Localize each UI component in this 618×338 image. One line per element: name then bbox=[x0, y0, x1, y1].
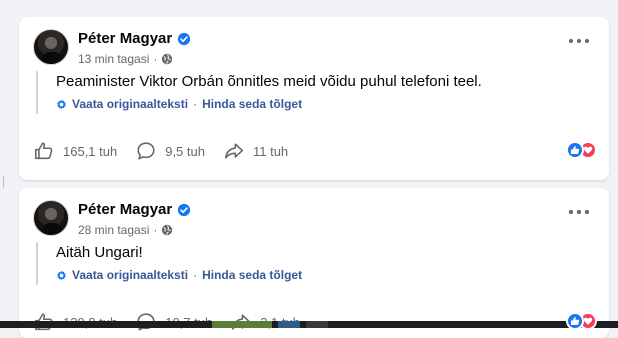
like-reaction-icon bbox=[566, 312, 584, 330]
post-card: Péter Magyar 13 min tagasi · Peaminister… bbox=[19, 17, 609, 180]
share-button[interactable]: 11 tuh bbox=[223, 140, 288, 162]
author-name[interactable]: Péter Magyar bbox=[78, 201, 172, 218]
author-name-row: Péter Magyar bbox=[78, 30, 191, 47]
author-name[interactable]: Péter Magyar bbox=[78, 30, 172, 47]
verified-badge-icon bbox=[178, 32, 191, 45]
post-card: Péter Magyar 28 min tagasi · Aitäh Ungar… bbox=[19, 188, 609, 338]
post-actions: 165,1 tuh 9,5 tuh 11 tuh bbox=[33, 139, 597, 163]
taskbar bbox=[0, 321, 618, 328]
globe-icon bbox=[162, 224, 173, 236]
like-reaction-icon bbox=[566, 141, 584, 159]
rate-translation-link[interactable]: Hinda seda tõlget bbox=[202, 268, 302, 282]
translate-gear-icon bbox=[57, 270, 66, 280]
page-left-edge bbox=[0, 0, 5, 328]
translation-links: Vaata originaalteksti · Hinda seda tõlge… bbox=[56, 268, 302, 282]
link-separator: · bbox=[193, 268, 198, 282]
meta-separator: · bbox=[153, 52, 158, 66]
post-meta: 13 min tagasi · bbox=[78, 52, 173, 66]
comment-icon bbox=[137, 142, 155, 160]
globe-icon bbox=[162, 53, 173, 65]
more-options-icon[interactable] bbox=[569, 35, 589, 47]
link-separator: · bbox=[193, 97, 198, 111]
reaction-summary[interactable] bbox=[566, 141, 597, 159]
translate-gear-icon bbox=[57, 99, 66, 109]
like-icon bbox=[34, 142, 53, 160]
comment-button[interactable]: 9,5 tuh bbox=[135, 140, 205, 162]
author-name-row: Péter Magyar bbox=[78, 201, 191, 218]
see-original-link[interactable]: Vaata originaalteksti bbox=[72, 268, 188, 282]
verified-badge-icon bbox=[178, 203, 191, 216]
comment-count: 9,5 tuh bbox=[165, 143, 205, 159]
share-count: 11 tuh bbox=[252, 143, 289, 159]
see-original-link[interactable]: Vaata originaalteksti bbox=[72, 97, 188, 111]
share-icon bbox=[224, 143, 244, 159]
quote-bar bbox=[36, 242, 38, 285]
edge-marker bbox=[3, 182, 4, 188]
author-avatar[interactable] bbox=[33, 200, 69, 236]
meta-separator: · bbox=[153, 223, 158, 237]
taskbar-item[interactable] bbox=[306, 321, 328, 328]
post-timestamp[interactable]: 13 min tagasi bbox=[78, 52, 149, 66]
more-options-icon[interactable] bbox=[569, 206, 589, 218]
taskbar-item[interactable] bbox=[278, 321, 300, 328]
rate-translation-link[interactable]: Hinda seda tõlget bbox=[202, 97, 302, 111]
post-timestamp[interactable]: 28 min tagasi bbox=[78, 223, 149, 237]
like-button[interactable]: 165,1 tuh bbox=[33, 140, 117, 162]
reaction-summary[interactable] bbox=[566, 312, 597, 330]
taskbar-item[interactable] bbox=[212, 321, 272, 328]
post-text: Aitäh Ungari! bbox=[56, 244, 143, 261]
translation-links: Vaata originaalteksti · Hinda seda tõlge… bbox=[56, 97, 302, 111]
quote-bar bbox=[36, 71, 38, 114]
post-meta: 28 min tagasi · bbox=[78, 223, 173, 237]
author-avatar[interactable] bbox=[33, 29, 69, 65]
like-count: 165,1 tuh bbox=[63, 143, 118, 159]
post-text: Peaminister Viktor Orbán õnnitles meid v… bbox=[56, 73, 482, 90]
